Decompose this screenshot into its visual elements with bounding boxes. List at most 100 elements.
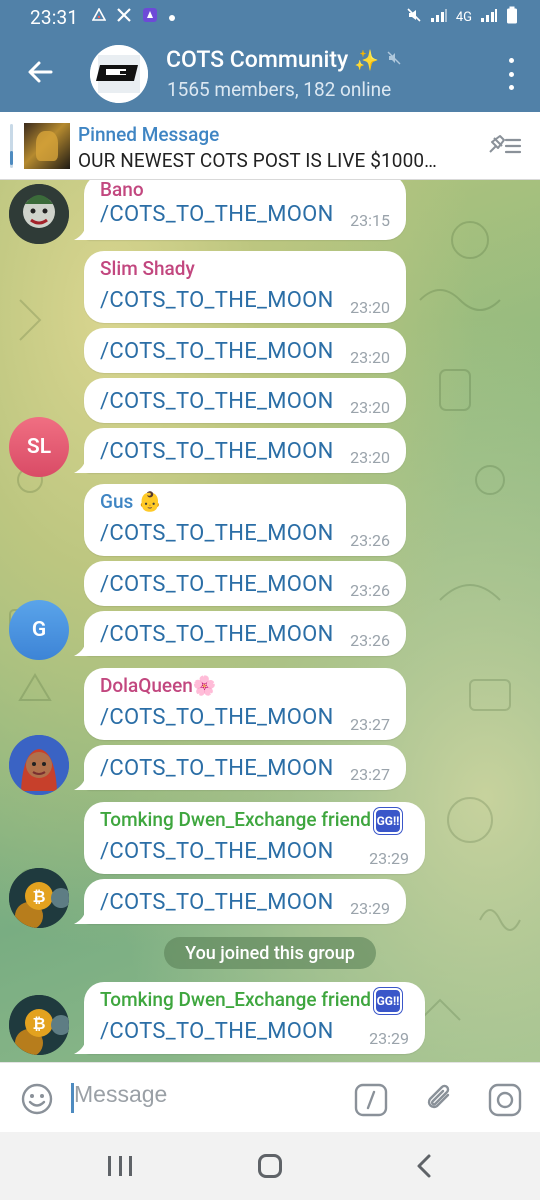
pinned-message-bar[interactable]: Pinned Message OUR NEWEST COTS POST IS L…	[0, 112, 540, 180]
message-time: 23:20	[350, 448, 390, 467]
message-bubble[interactable]: /COTS_TO_THE_MOON 23:29	[84, 879, 406, 924]
pin-indicator	[10, 124, 13, 168]
joker-avatar-icon	[9, 184, 69, 244]
message-time: 23:27	[350, 765, 390, 784]
recent-apps-button[interactable]	[108, 1156, 132, 1176]
chat-title[interactable]: COTS Community ✨	[166, 46, 401, 73]
system-nav-bar	[0, 1132, 540, 1200]
mute-icon	[406, 7, 422, 27]
message-bubble[interactable]: DolaQueen🌸 /COTS_TO_THE_MOON 23:27	[84, 668, 406, 740]
message-bubble[interactable]: /COTS_TO_THE_MOON 23:20	[84, 378, 406, 423]
bitcoin-avatar-icon: ₿	[9, 995, 69, 1055]
message-time: 23:26	[350, 531, 390, 550]
message-text[interactable]: /COTS_TO_THE_MOON	[100, 521, 334, 546]
message-time: 23:29	[350, 899, 390, 918]
chat-title-text: COTS Community	[166, 46, 349, 73]
message-bubble[interactable]: Bano /COTS_TO_THE_MOON 23:15	[84, 180, 406, 240]
instagram-camera-icon	[488, 1083, 522, 1117]
triangle-alert-icon	[91, 7, 107, 26]
message-text[interactable]: /COTS_TO_THE_MOON	[100, 1019, 334, 1044]
message-time: 23:29	[369, 849, 409, 868]
message-text[interactable]: /COTS_TO_THE_MOON	[100, 705, 334, 730]
sender-name[interactable]: Tomking Dwen_Exchange friend GG!!	[100, 988, 403, 1014]
bitcoin-avatar-icon: ₿	[9, 868, 69, 928]
avatar-tomking[interactable]: ₿	[9, 868, 69, 928]
svg-text:₿: ₿	[32, 1015, 45, 1033]
sender-name[interactable]: Bano	[100, 180, 144, 201]
more-options-button[interactable]	[502, 58, 520, 90]
recent-apps-icon	[108, 1156, 111, 1176]
message-bubble[interactable]: Slim Shady /COTS_TO_THE_MOON 23:20	[84, 251, 406, 323]
sparkle-emoji: ✨	[354, 47, 380, 72]
message-text[interactable]: /COTS_TO_THE_MOON	[100, 288, 334, 313]
bot-commands-button[interactable]	[354, 1083, 388, 1117]
avatar-bano[interactable]	[9, 184, 69, 244]
message-input[interactable]	[74, 1081, 334, 1108]
sender-name[interactable]: Slim Shady	[100, 257, 195, 280]
message-text[interactable]: /COTS_TO_THE_MOON	[100, 389, 334, 414]
emoji-button[interactable]	[20, 1082, 54, 1116]
pinned-title: Pinned Message	[78, 123, 220, 146]
message-time: 23:26	[350, 631, 390, 650]
message-bubble[interactable]: Tomking Dwen_Exchange friend GG!! /COTS_T…	[84, 802, 425, 874]
smiley-icon	[21, 1083, 53, 1115]
sender-name[interactable]: Tomking Dwen_Exchange friend GG!!	[100, 808, 403, 834]
pin-list-icon	[489, 135, 522, 154]
message-bubble[interactable]: /COTS_TO_THE_MOON 23:20	[84, 428, 406, 473]
message-text[interactable]: /COTS_TO_THE_MOON	[100, 890, 334, 915]
message-text[interactable]: /COTS_TO_THE_MOON	[100, 339, 334, 364]
message-time: 23:15	[350, 211, 390, 230]
cots-logo-icon	[90, 45, 148, 103]
home-button[interactable]	[258, 1154, 282, 1178]
message-composer	[0, 1062, 540, 1132]
avatar-tomking[interactable]: ₿	[9, 995, 69, 1055]
girl-avatar-icon	[9, 735, 69, 795]
status-right-icons: 4G	[406, 6, 518, 28]
avatar-dolaqueen[interactable]	[9, 735, 69, 795]
message-time: 23:20	[350, 348, 390, 367]
message-bubble[interactable]: /COTS_TO_THE_MOON 23:26	[84, 611, 406, 656]
back-button[interactable]	[20, 52, 60, 92]
pinned-text: OUR NEWEST COTS POST IS LIVE $1000…	[78, 149, 437, 172]
4g-icon: 4G	[455, 9, 472, 25]
pinned-thumbnail	[24, 123, 70, 169]
arrow-left-icon	[28, 61, 53, 83]
status-left-icons	[91, 7, 176, 27]
member-count: 1565 members, 182 online	[167, 78, 392, 101]
slash-command-icon	[354, 1083, 388, 1117]
dot-icon	[168, 8, 176, 26]
camera-button[interactable]	[488, 1083, 522, 1117]
message-time: 23:20	[350, 398, 390, 417]
avatar-sl[interactable]: SL	[9, 417, 69, 477]
message-time: 23:29	[369, 1029, 409, 1048]
message-time: 23:20	[350, 298, 390, 317]
baby-face-emoji: 👶	[138, 490, 162, 513]
system-message: You joined this group	[164, 937, 376, 969]
message-bubble[interactable]: /COTS_TO_THE_MOON 23:26	[84, 561, 406, 606]
proton-icon	[142, 7, 158, 27]
attach-button[interactable]	[422, 1081, 458, 1117]
muted-icon	[387, 51, 401, 69]
message-text[interactable]: /COTS_TO_THE_MOON	[100, 756, 334, 781]
chat-header: COTS Community ✨ 1565 members, 182 onlin…	[0, 34, 540, 112]
status-bar: 23:31 4G	[0, 0, 540, 34]
message-bubble[interactable]: Gus 👶 /COTS_TO_THE_MOON 23:26	[84, 484, 406, 556]
avatar-g[interactable]: G	[9, 600, 69, 660]
message-text[interactable]: /COTS_TO_THE_MOON	[100, 202, 334, 227]
message-bubble[interactable]: Tomking Dwen_Exchange friend GG!! /COTS_T…	[84, 982, 425, 1054]
sender-name[interactable]: DolaQueen🌸	[100, 674, 217, 697]
status-time: 23:31	[30, 5, 79, 29]
message-bubble[interactable]: /COTS_TO_THE_MOON 23:20	[84, 328, 406, 373]
message-text[interactable]: /COTS_TO_THE_MOON	[100, 839, 334, 864]
message-time: 23:26	[350, 581, 390, 600]
message-text[interactable]: /COTS_TO_THE_MOON	[100, 622, 334, 647]
pinned-list-button[interactable]	[486, 132, 522, 160]
back-nav-button[interactable]	[412, 1152, 436, 1180]
gg-badge-icon: GG!!	[374, 988, 403, 1014]
message-bubble[interactable]: /COTS_TO_THE_MOON 23:27	[84, 745, 406, 790]
message-text[interactable]: /COTS_TO_THE_MOON	[100, 572, 334, 597]
message-text[interactable]: /COTS_TO_THE_MOON	[100, 439, 334, 464]
sender-name[interactable]: Gus 👶	[100, 490, 162, 513]
group-avatar[interactable]	[90, 45, 148, 103]
signal-icon	[480, 8, 498, 26]
